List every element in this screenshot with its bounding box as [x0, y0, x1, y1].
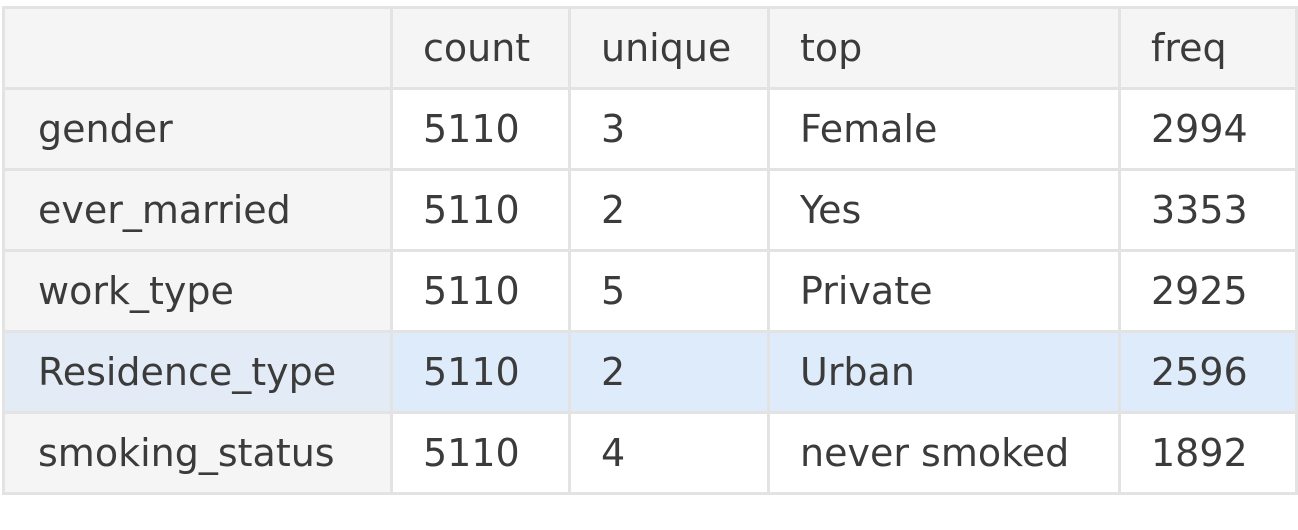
cell-count: 5110 [390, 411, 571, 495]
cell-freq: 2925 [1118, 249, 1298, 333]
cell-count: 5110 [390, 87, 571, 171]
header-row: count unique top freq [2, 6, 1298, 90]
cell-unique: 3 [568, 87, 770, 171]
column-header-top[interactable]: top [767, 6, 1121, 90]
cell-count: 5110 [390, 330, 571, 414]
cell-count: 5110 [390, 168, 571, 252]
table-row-selected[interactable]: Residence_type 5110 2 Urban 2596 [2, 330, 1298, 414]
cell-freq: 2596 [1118, 330, 1298, 414]
cell-unique: 2 [568, 330, 770, 414]
column-header-count[interactable]: count [390, 6, 571, 90]
cell-freq: 2994 [1118, 87, 1298, 171]
cell-unique: 2 [568, 168, 770, 252]
cell-unique: 5 [568, 249, 770, 333]
column-header-freq[interactable]: freq [1118, 6, 1298, 90]
row-label: gender [2, 87, 393, 171]
table-row[interactable]: work_type 5110 5 Private 2925 [2, 249, 1298, 333]
table-row[interactable]: gender 5110 3 Female 2994 [2, 87, 1298, 171]
describe-table-container: count unique top freq gender 5110 3 Fema… [2, 6, 1298, 528]
cell-top: Private [767, 249, 1121, 333]
cell-top: Yes [767, 168, 1121, 252]
cell-top: never smoked [767, 411, 1121, 495]
cell-top: Urban [767, 330, 1121, 414]
row-label: ever_married [2, 168, 393, 252]
corner-header [2, 6, 393, 90]
row-label: work_type [2, 249, 393, 333]
cell-freq: 3353 [1118, 168, 1298, 252]
cell-count: 5110 [390, 249, 571, 333]
table-row[interactable]: smoking_status 5110 4 never smoked 1892 [2, 411, 1298, 495]
table-row[interactable]: ever_married 5110 2 Yes 3353 [2, 168, 1298, 252]
row-label: smoking_status [2, 411, 393, 495]
column-header-unique[interactable]: unique [568, 6, 770, 90]
cell-top: Female [767, 87, 1121, 171]
describe-table: count unique top freq gender 5110 3 Fema… [2, 6, 1298, 495]
cell-unique: 4 [568, 411, 770, 495]
row-label: Residence_type [2, 330, 393, 414]
cell-freq: 1892 [1118, 411, 1298, 495]
